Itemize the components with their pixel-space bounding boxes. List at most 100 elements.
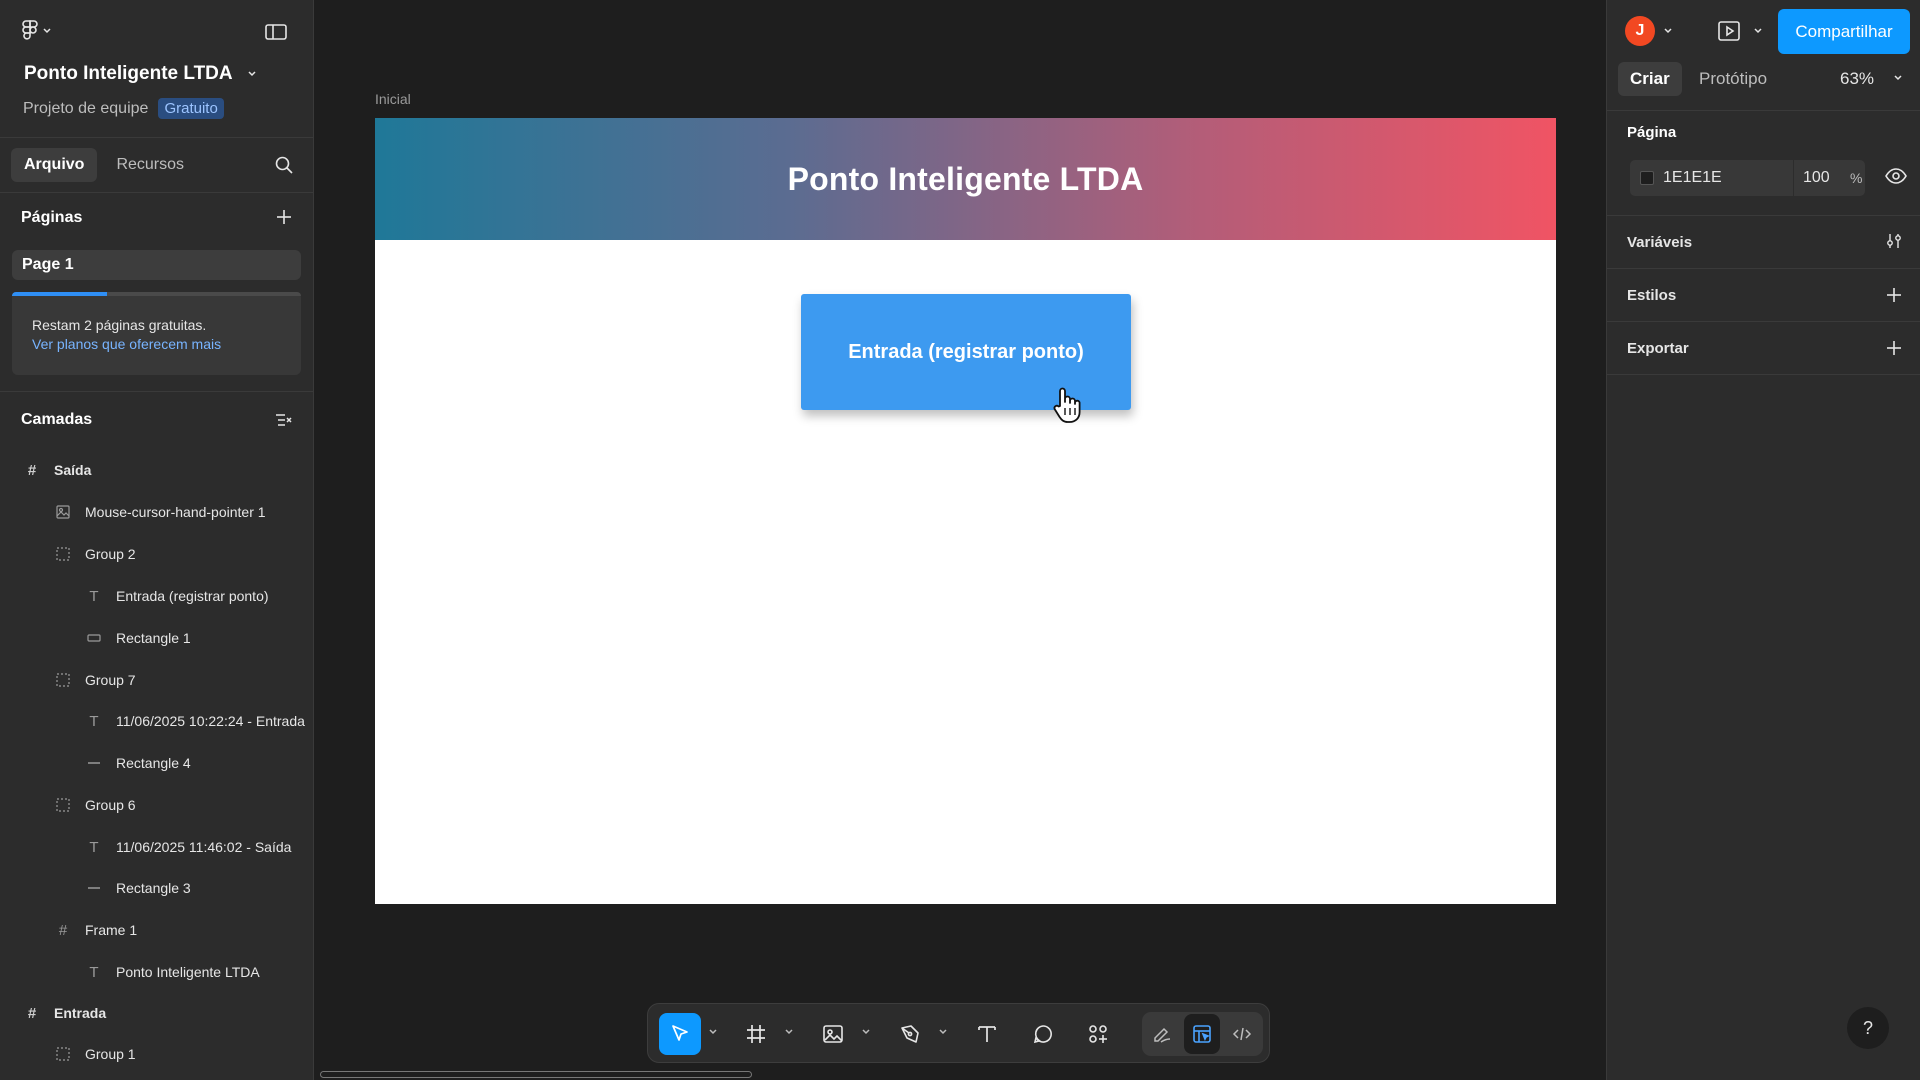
layer-label: 11/06/2025 10:22:24 - Entrada [116,713,305,729]
styles-title: Estilos [1627,287,1677,304]
layer-label: Rectangle 4 [116,755,191,771]
layer-row-saida[interactable]: # Saída [24,455,92,485]
tab-prototipo[interactable]: Protótipo [1687,62,1779,96]
chevron-down-icon[interactable] [1893,74,1903,82]
comment-tool-icon[interactable] [1022,1013,1064,1055]
add-export-icon[interactable] [1885,339,1903,357]
team-label[interactable]: Projeto de equipe [23,100,148,118]
layer-row-mouse-cursor[interactable]: Mouse-cursor-hand-pointer 1 [55,497,266,527]
chevron-down-icon[interactable] [1663,27,1673,35]
zoom-value: 63% [1840,69,1875,88]
hand-pointer-icon[interactable] [1052,386,1082,424]
layer-label: Group 1 [85,1046,136,1062]
text-tool-icon[interactable] [966,1013,1008,1055]
promo-text: Restam 2 páginas gratuitas. [32,317,207,333]
actions-tool-icon[interactable] [1077,1013,1119,1055]
add-style-icon[interactable] [1885,286,1903,304]
left-sidebar: Ponto Inteligente LTDA Projeto de equipe… [0,0,314,1080]
layer-row-title-text[interactable]: T Ponto Inteligente LTDA [86,957,260,987]
pages-usage-fill [12,292,108,296]
zoom-level[interactable]: 63% [1840,69,1874,89]
chevron-down-icon[interactable] [708,1028,718,1036]
tab-criar[interactable]: Criar [1618,62,1682,96]
color-swatch[interactable] [1640,171,1654,185]
layer-row-saida-timestamp[interactable]: T 11/06/2025 11:46:02 - Saída [86,832,313,862]
divider [1607,268,1920,269]
help-button[interactable]: ? [1847,1007,1889,1049]
left-tabs: Arquivo Recursos [11,148,197,182]
image-tool-icon[interactable] [812,1013,854,1055]
view-plans-link[interactable]: Ver planos que oferecem mais [32,336,281,352]
hex-value[interactable]: 1E1E1E [1663,169,1722,187]
user-avatar[interactable]: J [1625,16,1655,46]
project-title: Ponto Inteligente LTDA [24,63,233,84]
layer-row-group-1[interactable]: Group 1 [55,1039,136,1069]
divider [0,192,313,193]
layer-row-entrada-timestamp[interactable]: T 11/06/2025 10:22:24 - Entrada [86,706,313,736]
add-page-icon[interactable] [275,208,293,226]
frame-icon: # [27,1004,37,1022]
divider [0,137,313,138]
frame-tool-icon[interactable] [735,1013,777,1055]
export-title: Exportar [1627,340,1689,357]
layer-label: Mouse-cursor-hand-pointer 1 [85,504,266,520]
page-background-field[interactable]: 1E1E1E 100 % [1630,160,1865,196]
collapse-layers-icon[interactable] [274,411,292,429]
pages-title: Páginas [21,209,83,226]
present-icon[interactable] [1717,20,1741,42]
main-menu-button[interactable] [22,20,52,42]
draw-mode-icon[interactable] [1144,1014,1180,1054]
header-banner[interactable]: Ponto Inteligente LTDA [375,118,1556,240]
horizontal-scrollbar[interactable] [320,1071,752,1078]
chevron-down-icon[interactable] [861,1028,871,1036]
free-pages-promo: Restam 2 páginas gratuitas. Ver planos q… [12,292,301,375]
pen-tool-icon[interactable] [889,1013,931,1055]
layer-row-rectangle-1[interactable]: Rectangle 1 [86,623,191,653]
layer-label: Group 7 [85,672,136,688]
search-icon[interactable] [274,155,294,175]
layer-row-group-6[interactable]: Group 6 [55,790,136,820]
pages-usage-bar [12,292,301,296]
layer-row-entrada-text[interactable]: T Entrada (registrar ponto) [86,581,269,611]
right-sidebar: J Compartilhar Criar Protótipo 63% Págin… [1606,0,1920,1080]
design-frame-inicial[interactable]: Ponto Inteligente LTDA Entrada (registra… [375,118,1556,904]
banner-title[interactable]: Ponto Inteligente LTDA [788,161,1144,198]
divider [1607,110,1920,111]
move-tool-icon[interactable] [659,1013,701,1055]
image-icon [55,504,71,520]
design-mode-icon[interactable] [1184,1014,1220,1054]
divider [1793,160,1794,196]
group-icon [55,546,71,562]
chevron-down-icon[interactable] [1753,27,1763,35]
layer-label: Entrada (registrar ponto) [116,588,269,604]
layer-row-rectangle-3[interactable]: Rectangle 3 [86,873,191,903]
chevron-down-icon[interactable] [938,1028,948,1036]
layer-row-group-2[interactable]: Group 2 [55,539,136,569]
toggle-sidebar-icon[interactable] [264,22,288,42]
eye-icon[interactable] [1885,168,1907,184]
tab-recursos[interactable]: Recursos [103,148,197,182]
frame-icon: # [58,921,68,939]
mode-switcher [1142,1012,1263,1056]
layer-label: Ponto Inteligente LTDA [116,964,260,980]
layers-title: Camadas [21,411,93,428]
frame-name-label[interactable]: Inicial [375,91,411,107]
layer-label: 11/06/2025 11:46:02 - Saída [116,839,292,855]
dev-mode-icon[interactable] [1224,1014,1260,1054]
layer-row-group-7[interactable]: Group 7 [55,665,136,695]
text-icon: T [89,587,99,605]
project-title-button[interactable]: Ponto Inteligente LTDA [24,63,257,85]
variables-settings-icon[interactable] [1885,232,1903,250]
layer-row-frame-1[interactable]: # Frame 1 [55,915,137,945]
layer-label: Saída [54,462,92,478]
tab-arquivo[interactable]: Arquivo [11,148,98,182]
plan-badge[interactable]: Gratuito [158,98,224,119]
project-subtitle: Projeto de equipe Gratuito [23,98,224,119]
share-button[interactable]: Compartilhar [1778,9,1910,54]
layer-row-rectangle-4[interactable]: Rectangle 4 [86,748,191,778]
layer-row-entrada[interactable]: # Entrada [24,998,106,1028]
opacity-value[interactable]: 100 [1803,169,1830,187]
chevron-down-icon[interactable] [784,1028,794,1036]
page-item-page-1[interactable]: Page 1 [12,250,301,280]
layer-label: Frame 1 [85,922,138,938]
